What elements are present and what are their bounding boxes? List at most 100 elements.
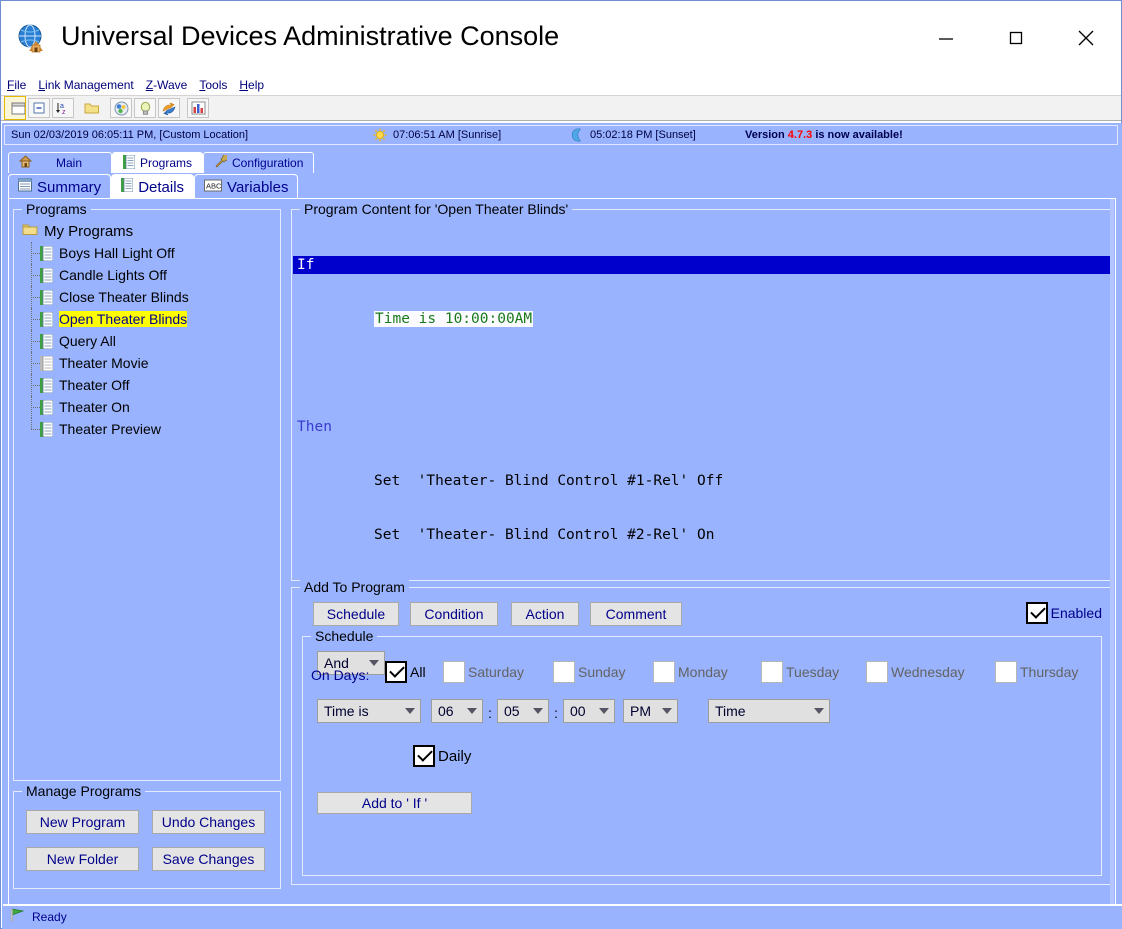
day-all-checkbox[interactable] — [385, 661, 407, 683]
time-separator-2: : — [554, 705, 558, 721]
menu-item-file[interactable]: File — [7, 78, 26, 92]
version-notice[interactable]: Version 4.7.3 is now available! — [745, 129, 903, 141]
hour-value: 06 — [438, 703, 454, 719]
day-sunday-checkbox[interactable] — [553, 661, 575, 683]
day-thursday-group[interactable]: Thursday — [995, 661, 1078, 683]
time-type-select[interactable]: Time — [708, 699, 830, 723]
lightbulb-icon[interactable] — [134, 98, 156, 118]
tab-details[interactable]: Details — [111, 174, 195, 199]
day-tuesday-group[interactable]: Tuesday — [761, 661, 839, 683]
program-icon — [40, 267, 54, 283]
day-saturday-group[interactable]: Saturday — [443, 661, 524, 683]
tree-root-my-programs[interactable]: My Programs — [18, 220, 277, 242]
list-item-label: Open Theater Blinds — [59, 311, 188, 327]
enabled-checkbox-group[interactable]: Enabled — [1025, 602, 1102, 624]
window-controls — [911, 1, 1121, 75]
tab-configuration[interactable]: Configuration — [203, 152, 315, 173]
green-flag-icon — [9, 907, 26, 927]
title-bar: Universal Devices Administrative Console — [1, 1, 1121, 75]
day-all-group[interactable]: All — [385, 661, 426, 683]
condition-text[interactable]: Time is 10:00:00AM — [374, 311, 534, 327]
folder-icon[interactable] — [81, 98, 103, 118]
menu-item-link-management[interactable]: Link Management — [38, 78, 133, 92]
tab-main[interactable]: Main — [8, 152, 112, 173]
collapse-all-icon[interactable] — [28, 98, 50, 118]
menu-item-tools[interactable]: Tools — [199, 78, 227, 92]
day-wednesday-group[interactable]: Wednesday — [866, 661, 965, 683]
minute-select[interactable]: 05 — [497, 699, 549, 723]
add-to-if-button[interactable]: Add to ' If ' — [317, 792, 472, 814]
tab-variables[interactable]: ABC Variables — [194, 174, 299, 199]
chevron-down-icon — [533, 708, 543, 714]
list-item[interactable]: Theater Movie — [18, 352, 277, 374]
sunrise-icon — [373, 128, 387, 142]
chart-icon[interactable] — [187, 98, 209, 118]
programs-tree[interactable]: My Programs Boys Hall Light Off Candle L… — [18, 220, 277, 777]
minimize-button[interactable] — [911, 1, 981, 75]
then-keyword: Then — [297, 419, 332, 435]
schedule-groupbox-title: Schedule — [311, 628, 378, 644]
undo-changes-button[interactable]: Undo Changes — [152, 810, 265, 834]
program-icon — [40, 399, 54, 415]
svg-text:z: z — [62, 109, 66, 116]
tab-summary[interactable]: Summary — [8, 174, 112, 199]
time-mode-select[interactable]: Time is — [317, 699, 421, 723]
list-item-selected[interactable]: Open Theater Blinds — [18, 308, 277, 330]
close-button[interactable] — [1051, 1, 1121, 75]
daily-label: Daily — [438, 747, 472, 765]
day-monday-group[interactable]: Monday — [653, 661, 728, 683]
menu-item-help[interactable]: Help — [239, 78, 264, 92]
daily-checkbox[interactable] — [413, 745, 435, 767]
condition-button[interactable]: Condition — [410, 602, 498, 626]
scene-icon[interactable] — [110, 98, 132, 118]
comment-button[interactable]: Comment — [590, 602, 682, 626]
new-folder-button[interactable]: New Folder — [26, 847, 139, 871]
list-item[interactable]: Theater Preview — [18, 418, 277, 440]
manage-programs-title: Manage Programs — [22, 783, 146, 799]
then-action-0[interactable]: Set 'Theater- Blind Control #1-Rel' Off — [293, 472, 1111, 490]
program-content-code[interactable]: If Time is 10:00:00AM Then Set 'Theater-… — [293, 220, 1111, 579]
day-monday-checkbox[interactable] — [653, 661, 675, 683]
menu-item-z-wave[interactable]: Z-Wave — [146, 78, 188, 92]
meridiem-select[interactable]: PM — [623, 699, 678, 723]
day-tuesday-checkbox[interactable] — [761, 661, 783, 683]
tab-programs[interactable]: Programs — [112, 152, 204, 173]
list-item[interactable]: Candle Lights Off — [18, 264, 277, 286]
then-action-1[interactable]: Set 'Theater- Blind Control #2-Rel' On — [293, 526, 1111, 544]
home-icon — [18, 155, 33, 171]
vertical-scrollbar[interactable] — [1110, 199, 1114, 905]
day-thursday-label: Thursday — [1020, 664, 1079, 680]
hour-select[interactable]: 06 — [431, 699, 483, 723]
list-item[interactable]: Theater On — [18, 396, 277, 418]
enabled-checkbox[interactable] — [1025, 602, 1048, 624]
on-days-label: On Days: — [311, 667, 370, 683]
menu-bar: File Link Management Z-Wave Tools Help — [1, 75, 1121, 95]
list-item[interactable]: Query All — [18, 330, 277, 352]
list-item-label: Theater Preview — [59, 421, 161, 437]
day-thursday-checkbox[interactable] — [995, 661, 1017, 683]
schedule-button[interactable]: Schedule — [313, 602, 399, 626]
action-button[interactable]: Action — [511, 602, 579, 626]
sort-az-icon[interactable]: az — [52, 98, 74, 118]
application-window: Universal Devices Administrative Console… — [0, 0, 1122, 929]
window-icon[interactable] — [4, 96, 26, 120]
sunset-label: 05:02:18 PM [Sunset] — [590, 129, 696, 141]
program-content-title: Program Content for 'Open Theater Blinds… — [300, 201, 573, 217]
maximize-button[interactable] — [981, 1, 1051, 75]
list-item[interactable]: Close Theater Blinds — [18, 286, 277, 308]
day-sunday-group[interactable]: Sunday — [553, 661, 625, 683]
abc-icon: ABC — [204, 179, 222, 196]
day-saturday-checkbox[interactable] — [443, 661, 465, 683]
list-item[interactable]: Theater Off — [18, 374, 277, 396]
refresh-icon[interactable] — [158, 98, 180, 118]
new-program-button[interactable]: New Program — [26, 810, 139, 834]
programs-groupbox: Programs My Programs Boys Hall Light Off… — [13, 201, 281, 781]
program-icon — [40, 289, 54, 305]
list-item-label: Query All — [59, 333, 116, 349]
list-item[interactable]: Boys Hall Light Off — [18, 242, 277, 264]
day-wednesday-checkbox[interactable] — [866, 661, 888, 683]
second-select[interactable]: 00 — [563, 699, 615, 723]
save-changes-button[interactable]: Save Changes — [152, 847, 265, 871]
daily-checkbox-group[interactable]: Daily — [413, 745, 471, 767]
time-separator-1: : — [488, 705, 492, 721]
